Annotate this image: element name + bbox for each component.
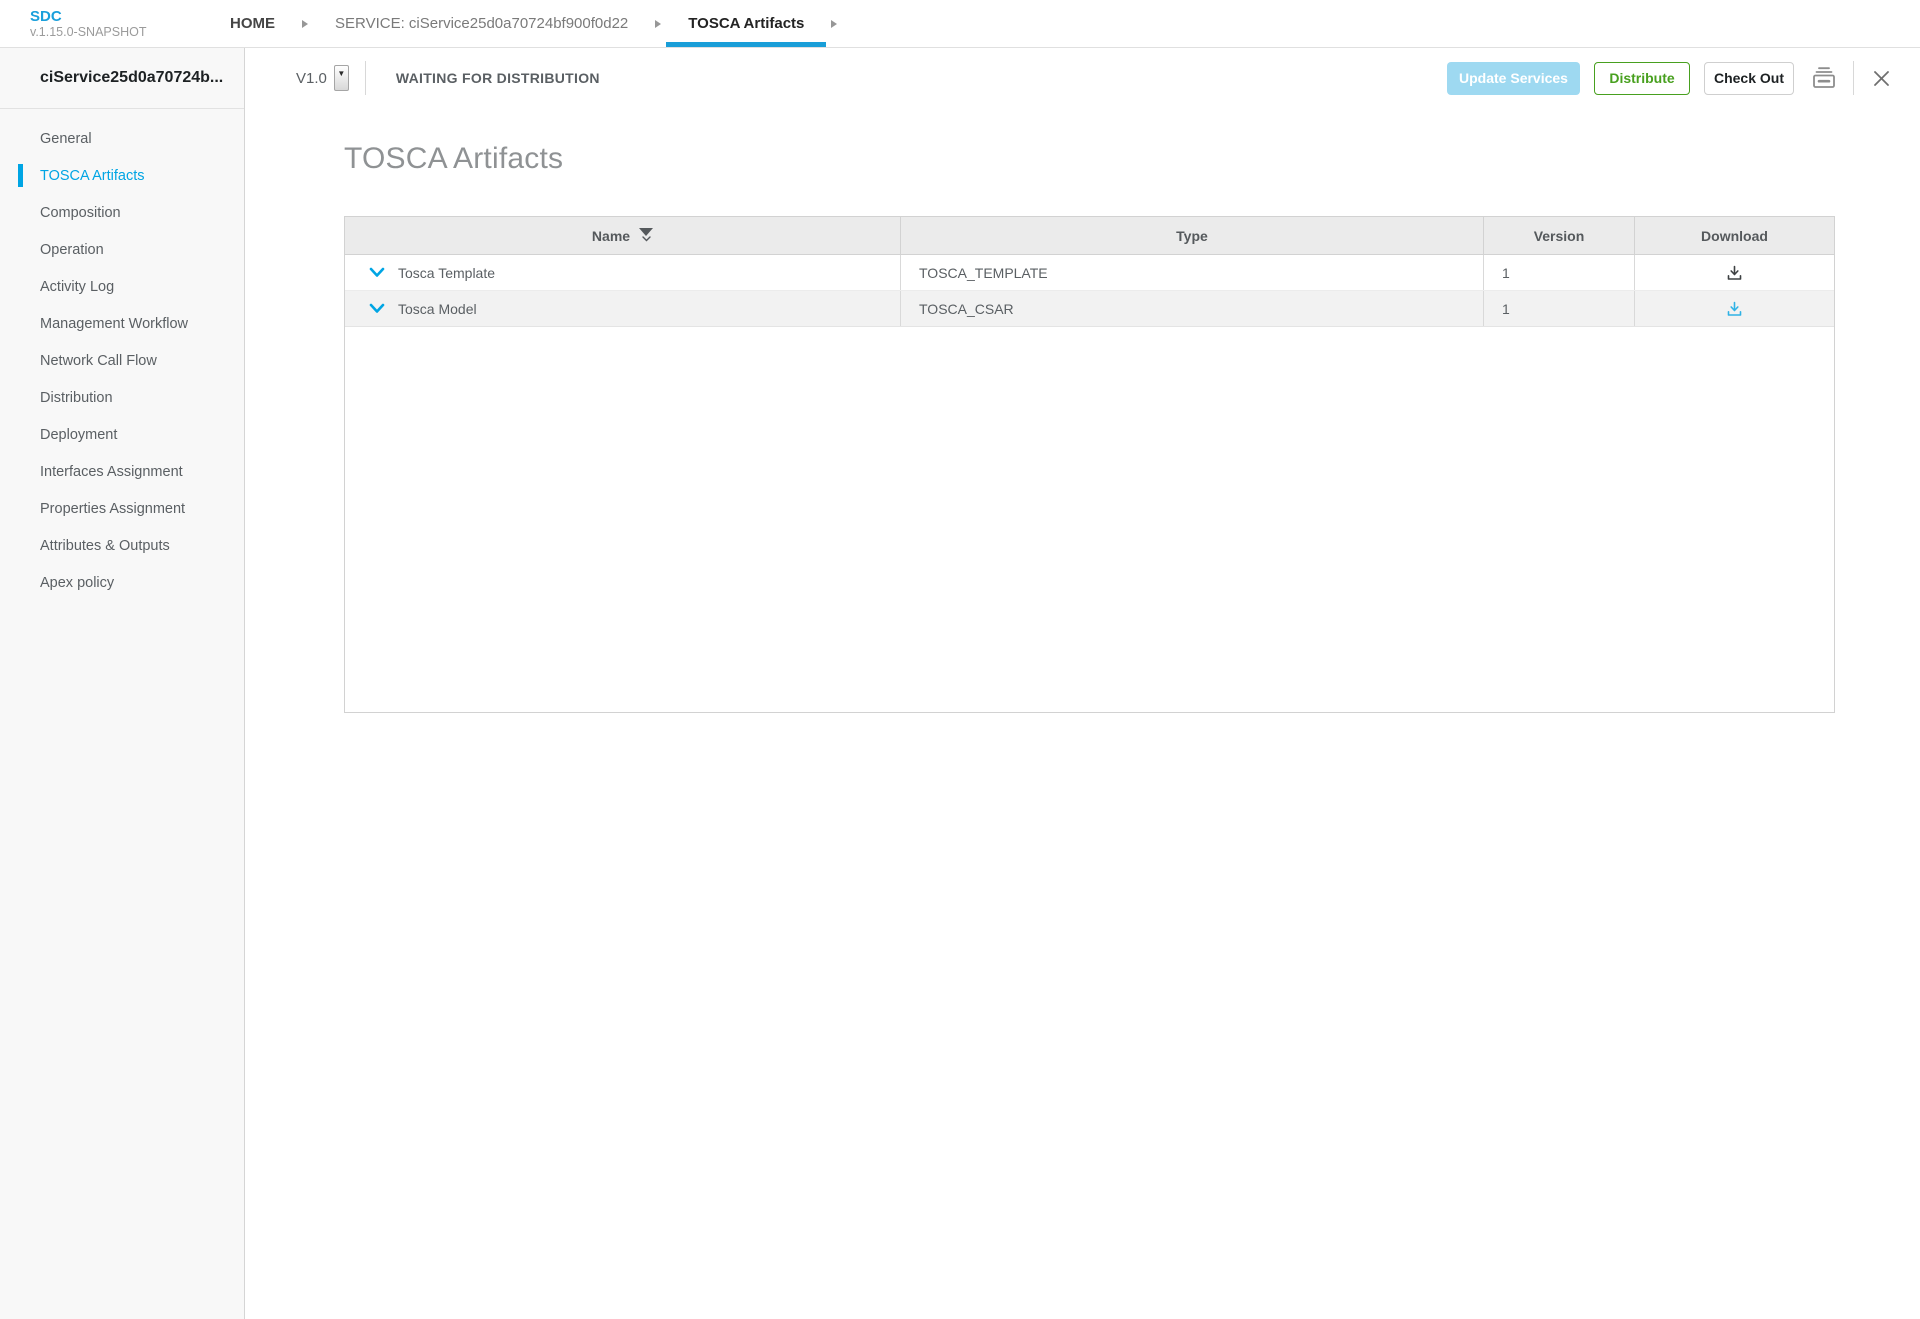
- toolbar-divider: [1853, 61, 1854, 95]
- sidebar-item-composition[interactable]: Composition: [0, 194, 244, 231]
- artifact-version: 1: [1484, 291, 1635, 326]
- sidebar-item-network-call-flow[interactable]: Network Call Flow: [0, 342, 244, 379]
- update-services-button[interactable]: Update Services: [1447, 62, 1580, 95]
- download-icon[interactable]: [1635, 291, 1834, 326]
- artifact-name: Tosca Template: [398, 265, 495, 281]
- artifact-name: Tosca Model: [398, 301, 477, 317]
- toolbar-divider: [365, 61, 366, 95]
- expand-chevron-down-icon[interactable]: [369, 267, 385, 278]
- sidebar-item-tosca-artifacts[interactable]: TOSCA Artifacts: [0, 157, 244, 194]
- service-name-title: ciService25d0a70724b...: [0, 48, 244, 109]
- column-header-download: Download: [1635, 217, 1834, 254]
- version-selector[interactable]: V1.0 ▼: [296, 65, 349, 91]
- sdc-logo: SDC: [30, 8, 230, 25]
- check-out-button[interactable]: Check Out: [1704, 62, 1794, 95]
- breadcrumb: HOME SERVICE: ciService25d0a70724bf900f0…: [230, 0, 864, 47]
- table-empty-area: [345, 327, 1834, 712]
- sidebar-item-general[interactable]: General: [0, 120, 244, 157]
- main-content: TOSCA Artifacts Name Type Version Downlo…: [246, 108, 1920, 1319]
- column-header-version: Version: [1484, 217, 1635, 254]
- artifact-version: 1: [1484, 255, 1635, 290]
- table-header-row: Name Type Version Download: [345, 217, 1834, 255]
- top-header: SDC v.1.15.0-SNAPSHOT HOME SERVICE: ciSe…: [0, 0, 1920, 48]
- sidebar-item-deployment[interactable]: Deployment: [0, 416, 244, 453]
- lifecycle-status-label: WAITING FOR DISTRIBUTION: [396, 70, 600, 86]
- app-version-label: v.1.15.0-SNAPSHOT: [30, 25, 230, 40]
- expand-chevron-down-icon[interactable]: [369, 303, 385, 314]
- app-logo: SDC v.1.15.0-SNAPSHOT: [0, 0, 230, 47]
- column-header-name[interactable]: Name: [345, 217, 901, 254]
- sidebar-menu: General TOSCA Artifacts Composition Oper…: [0, 109, 244, 601]
- sidebar-item-properties-assignment[interactable]: Properties Assignment: [0, 490, 244, 527]
- sort-filter-icon: [639, 228, 653, 242]
- sidebar-item-operation[interactable]: Operation: [0, 231, 244, 268]
- service-toolbar: V1.0 ▼ WAITING FOR DISTRIBUTION Update S…: [246, 48, 1920, 108]
- distribute-button[interactable]: Distribute: [1594, 62, 1690, 95]
- tosca-artifacts-table: Name Type Version Download: [344, 216, 1835, 713]
- column-header-type: Type: [901, 217, 1484, 254]
- breadcrumb-arrow-icon: [302, 20, 308, 28]
- version-spinner-icon[interactable]: ▼: [334, 65, 349, 91]
- toolbar-actions: Update Services Distribute Check Out: [1447, 61, 1896, 95]
- close-icon[interactable]: [1873, 70, 1890, 87]
- breadcrumb-arrow-icon: [831, 20, 837, 28]
- download-icon[interactable]: [1635, 255, 1834, 290]
- sidebar-item-distribution[interactable]: Distribution: [0, 379, 244, 416]
- breadcrumb-arrow-icon: [655, 20, 661, 28]
- table-row: Tosca Template TOSCA_TEMPLATE 1: [345, 255, 1834, 291]
- breadcrumb-service[interactable]: SERVICE: ciService25d0a70724bf900f0d22: [335, 0, 628, 47]
- sidebar-item-management-workflow[interactable]: Management Workflow: [0, 305, 244, 342]
- page-title: TOSCA Artifacts: [344, 142, 1920, 176]
- table-row: Tosca Model TOSCA_CSAR 1: [345, 291, 1834, 327]
- sidebar-item-apex-policy[interactable]: Apex policy: [0, 564, 244, 601]
- breadcrumb-home[interactable]: HOME: [230, 0, 275, 47]
- sidebar-item-interfaces-assignment[interactable]: Interfaces Assignment: [0, 453, 244, 490]
- artifact-type: TOSCA_CSAR: [901, 291, 1484, 326]
- sidebar-item-attributes-outputs[interactable]: Attributes & Outputs: [0, 527, 244, 564]
- print-icon[interactable]: [1811, 66, 1837, 90]
- breadcrumb-tosca-artifacts[interactable]: TOSCA Artifacts: [688, 0, 804, 47]
- artifact-type: TOSCA_TEMPLATE: [901, 255, 1484, 290]
- sidebar: ciService25d0a70724b... General TOSCA Ar…: [0, 48, 245, 1319]
- sidebar-item-activity-log[interactable]: Activity Log: [0, 268, 244, 305]
